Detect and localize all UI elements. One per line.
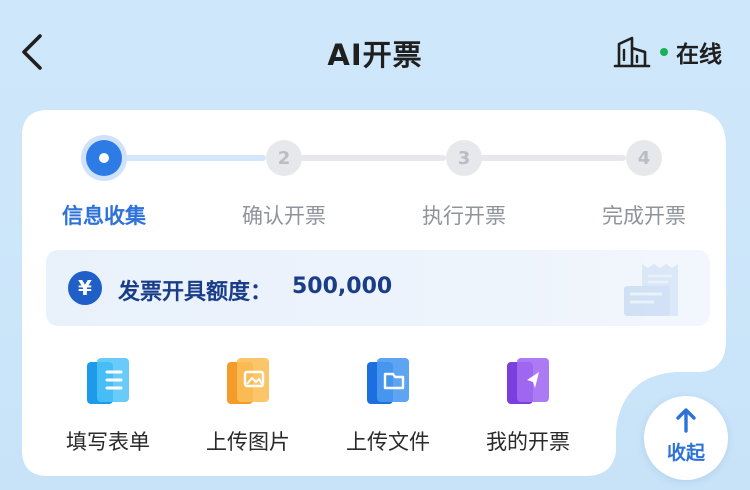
image-upload-icon	[227, 358, 269, 404]
step-connector	[480, 155, 626, 161]
quota-label: 发票开具额度：	[118, 280, 273, 305]
connection-status: 在线	[612, 34, 722, 70]
step-1-label: 信息收集	[62, 204, 146, 228]
progress-steps: 2 3 4 信息收集 确认开票 执行开票 完成开票	[0, 140, 750, 230]
up-arrow-icon	[676, 408, 696, 433]
upload-file-button[interactable]: 上传文件	[320, 352, 456, 462]
tool-grid: 填写表单 上传图片 上传文件 我的开票	[40, 352, 600, 462]
yen-icon: ¥	[68, 271, 102, 305]
collapse-button[interactable]: 收起	[644, 396, 728, 480]
step-2-indicator: 2	[266, 140, 302, 176]
quota-value: 500,000	[292, 274, 393, 299]
step-4-label: 完成开票	[602, 204, 686, 228]
step-4-indicator: 4	[626, 140, 662, 176]
upload-file-label: 上传文件	[346, 430, 430, 454]
fill-form-label: 填写表单	[66, 430, 150, 454]
receipt-decoration-icon	[624, 264, 678, 316]
fill-form-button[interactable]: 填写表单	[40, 352, 176, 462]
my-invoices-label: 我的开票	[486, 430, 570, 454]
collapse-label: 收起	[666, 442, 705, 464]
step-1-indicator	[86, 140, 122, 176]
step-3-indicator: 3	[446, 140, 482, 176]
header: AI开票 在线	[0, 0, 750, 105]
step-3-label: 执行开票	[422, 204, 506, 228]
upload-image-button[interactable]: 上传图片	[180, 352, 316, 462]
file-upload-icon	[367, 358, 409, 404]
status-text: 在线	[676, 42, 722, 68]
step-connector	[120, 155, 266, 161]
step-2-label: 确认开票	[242, 204, 326, 228]
step-connector	[300, 155, 446, 161]
my-invoice-icon	[507, 358, 549, 404]
my-invoices-button[interactable]: 我的开票	[460, 352, 596, 462]
current-step-dot	[99, 153, 109, 163]
upload-image-label: 上传图片	[206, 430, 290, 454]
form-icon	[87, 358, 129, 404]
invoice-quota-banner: ¥ 发票开具额度： 500,000	[46, 250, 710, 326]
online-indicator	[660, 48, 668, 56]
building-icon[interactable]	[612, 35, 652, 69]
